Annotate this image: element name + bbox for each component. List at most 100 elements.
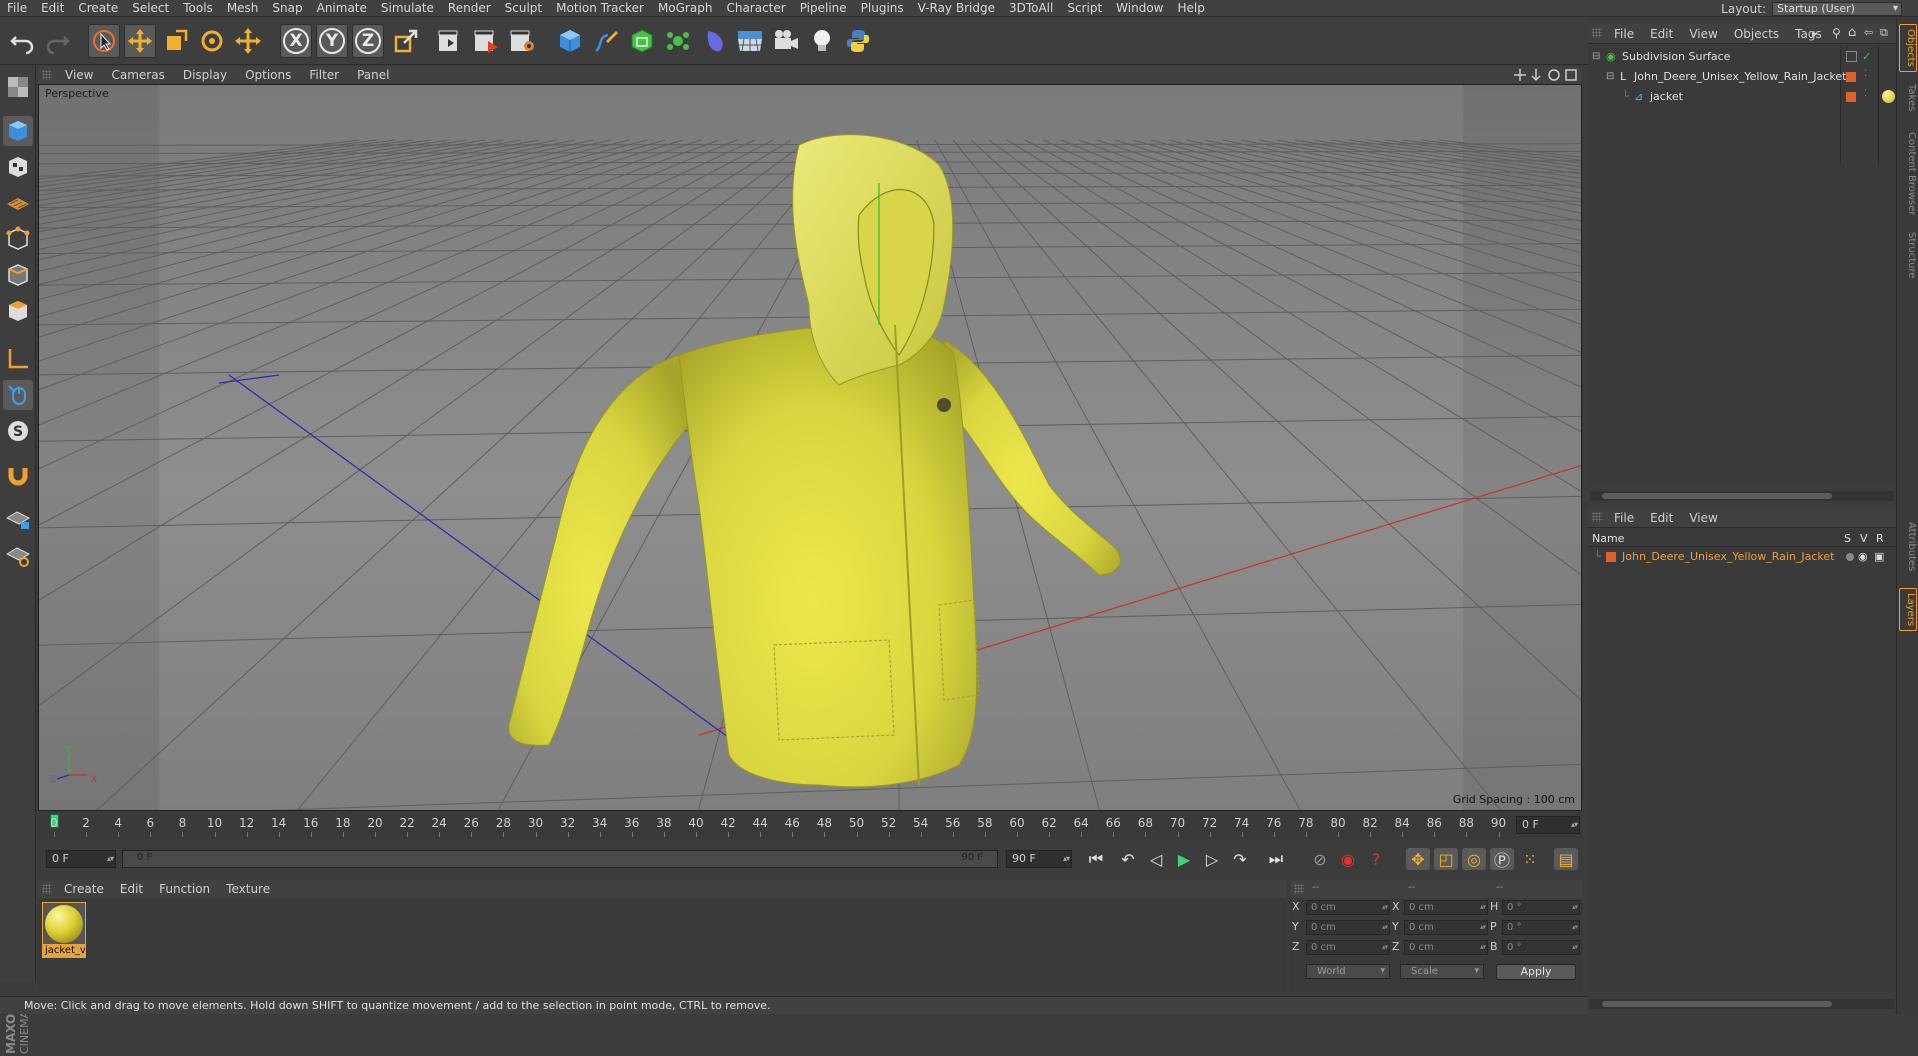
- menu-select[interactable]: Select: [125, 0, 176, 16]
- menu-tools[interactable]: Tools: [176, 0, 220, 16]
- coord-pos-x-field[interactable]: 0 cm: [1306, 900, 1390, 915]
- viewport-menu-display[interactable]: Display: [174, 66, 236, 84]
- menu-file[interactable]: File: [0, 0, 34, 16]
- apply-button[interactable]: Apply: [1496, 964, 1576, 980]
- live-selection-button[interactable]: [88, 24, 120, 58]
- 3d-viewport[interactable]: Y Z X Perspective Grid Spacing : 100 cm: [38, 84, 1582, 811]
- material-thumbnail[interactable]: jacket_v: [42, 902, 86, 958]
- add-light-button[interactable]: [806, 24, 838, 58]
- x-axis-lock-button[interactable]: X: [280, 24, 312, 58]
- go-to-start-button[interactable]: ⏮: [1084, 848, 1108, 870]
- layer-color-swatch[interactable]: [1606, 552, 1616, 562]
- layer-menu-file[interactable]: File: [1606, 508, 1642, 528]
- menu-3dtoall[interactable]: 3DToAll: [1002, 0, 1060, 16]
- tab-objects[interactable]: Objects: [1899, 24, 1917, 72]
- viewport-menu-options[interactable]: Options: [236, 66, 300, 84]
- menu-create[interactable]: Create: [71, 0, 125, 16]
- coord-mode-dropdown[interactable]: World: [1306, 964, 1390, 979]
- layer-row[interactable]: └ John_Deere_Unisex_Yellow_Rain_Jacket ◉…: [1588, 548, 1896, 566]
- visibility-dots-icon[interactable]: ⁚: [1864, 65, 1867, 84]
- object-manager-scrollbar[interactable]: [1590, 491, 1894, 501]
- coord-rot-b-field[interactable]: 0 °: [1502, 940, 1580, 955]
- layer-color-icon[interactable]: [1846, 92, 1856, 102]
- redo-button[interactable]: [42, 24, 74, 58]
- search-icon[interactable]: ⚲: [1832, 26, 1841, 40]
- menu-script[interactable]: Script: [1060, 0, 1109, 16]
- texture-mode-button[interactable]: [3, 152, 33, 182]
- next-key-button[interactable]: ↷: [1228, 848, 1252, 870]
- menu-motion-tracker[interactable]: Motion Tracker: [549, 0, 651, 16]
- viewport-nav-icons[interactable]: [1514, 68, 1578, 82]
- move-tool-button[interactable]: [124, 24, 156, 58]
- menu-character[interactable]: Character: [719, 0, 792, 16]
- y-axis-lock-button[interactable]: Y: [316, 24, 348, 58]
- material-panel-grip[interactable]: [42, 884, 52, 894]
- record-keys-button[interactable]: ⊘: [1308, 848, 1332, 870]
- object-row-john-deere-jacket[interactable]: ⊟ L John_Deere_Unisex_Yellow_Rain_Jacket…: [1588, 67, 1896, 86]
- key-pla-button[interactable]: ⁙: [1518, 848, 1542, 870]
- menu-edit[interactable]: Edit: [34, 0, 71, 16]
- previous-key-button[interactable]: ↶: [1116, 848, 1140, 870]
- render-toggle-icon[interactable]: ▣: [1874, 548, 1884, 566]
- add-floor-button[interactable]: [734, 24, 766, 58]
- snap-button[interactable]: S: [3, 416, 33, 446]
- points-mode-button[interactable]: [3, 224, 33, 254]
- coord-rot-p-field[interactable]: 0 °: [1502, 920, 1580, 935]
- menu-window[interactable]: Window: [1109, 0, 1170, 16]
- material-tag-icon[interactable]: [1882, 90, 1895, 103]
- add-cube-button[interactable]: [554, 24, 586, 58]
- material-menu-texture[interactable]: Texture: [218, 880, 278, 898]
- key-rotation-button[interactable]: ◎: [1462, 848, 1486, 870]
- layer-manager-scrollbar[interactable]: [1590, 999, 1894, 1009]
- menu-animate[interactable]: Animate: [310, 0, 374, 16]
- maximize-icon[interactable]: [1565, 69, 1577, 81]
- key-parameter-button[interactable]: Ⓟ: [1490, 848, 1514, 870]
- layer-panel-grip[interactable]: [1592, 512, 1602, 522]
- collapse-toggle-icon[interactable]: ⊟: [1606, 67, 1614, 86]
- add-deformer-button[interactable]: [698, 24, 730, 58]
- coord-pos-z-field[interactable]: 0 cm: [1306, 940, 1390, 955]
- more-menus-arrow-icon[interactable]: ▸: [1812, 27, 1818, 40]
- scroll-thumb[interactable]: [1602, 493, 1832, 499]
- panel-grip[interactable]: [42, 70, 52, 80]
- menu-plugins[interactable]: Plugins: [854, 0, 911, 16]
- python-button[interactable]: [842, 24, 874, 58]
- start-frame-field[interactable]: 0 F: [46, 850, 116, 868]
- key-position-button[interactable]: ✥: [1406, 848, 1430, 870]
- transform-tool-button[interactable]: [232, 24, 264, 58]
- render-settings-button[interactable]: [506, 24, 538, 58]
- timeline-ruler[interactable]: 0 2 4 6 8 10 12 14 16 18 20 22 24 26 28 30 32 34 36 38 40 42 4…: [38, 812, 1582, 838]
- axis-mode-button[interactable]: [3, 344, 33, 374]
- object-panel-grip[interactable]: [1592, 28, 1602, 38]
- obj-menu-file[interactable]: File: [1606, 24, 1642, 44]
- render-to-picture-viewer-button[interactable]: [470, 24, 502, 58]
- tab-layers[interactable]: Layers: [1899, 588, 1917, 632]
- coord-size-mode-dropdown[interactable]: Scale: [1400, 964, 1484, 979]
- coord-size-z-field[interactable]: 0 cm: [1404, 940, 1488, 955]
- menu-mograph[interactable]: MoGraph: [651, 0, 720, 16]
- add-generator-button[interactable]: [626, 24, 658, 58]
- layer-color-icon[interactable]: [1846, 72, 1856, 82]
- coord-rot-h-field[interactable]: 0 °: [1502, 900, 1580, 915]
- scale-tool-button[interactable]: [160, 24, 192, 58]
- obj-menu-edit[interactable]: Edit: [1642, 24, 1681, 44]
- render-view-button[interactable]: [434, 24, 466, 58]
- polygons-mode-button[interactable]: [3, 296, 33, 326]
- scroll-thumb[interactable]: [1602, 1001, 1832, 1007]
- make-editable-button[interactable]: [3, 72, 33, 102]
- coord-size-x-field[interactable]: 0 cm: [1404, 900, 1488, 915]
- tab-structure[interactable]: Structure: [1899, 228, 1917, 283]
- previous-frame-button[interactable]: ◁: [1144, 848, 1168, 870]
- object-row-subdivision-surface[interactable]: ⊟ ◉ Subdivision Surface ✓: [1588, 47, 1896, 66]
- menu-simulate[interactable]: Simulate: [374, 0, 441, 16]
- back-arrow-icon[interactable]: ⇦: [1864, 26, 1873, 39]
- go-to-end-button[interactable]: ⏭: [1264, 848, 1288, 870]
- menu-help[interactable]: Help: [1170, 0, 1211, 16]
- add-spline-pen-button[interactable]: [590, 24, 622, 58]
- layer-menu-edit[interactable]: Edit: [1642, 508, 1681, 528]
- undo-button[interactable]: [6, 24, 38, 58]
- viewport-menu-view[interactable]: View: [56, 66, 102, 84]
- tab-content-browser[interactable]: Content Browser: [1899, 128, 1917, 219]
- tab-attributes[interactable]: Attributes: [1899, 518, 1917, 575]
- menu-mesh[interactable]: Mesh: [220, 0, 266, 16]
